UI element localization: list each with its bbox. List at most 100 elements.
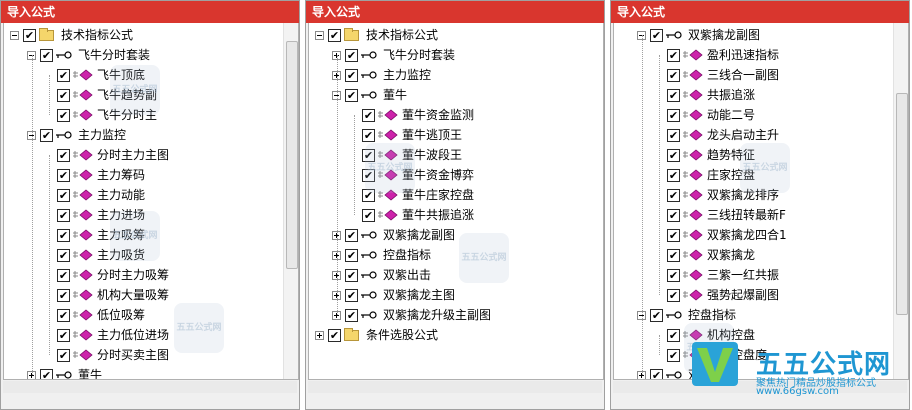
item-checkbox[interactable]: ✔ xyxy=(57,328,70,342)
tree-item-formula[interactable]: ✔ 低位吸筹 xyxy=(57,305,145,325)
collapse-toggle[interactable] xyxy=(10,30,19,40)
item-checkbox[interactable]: ✔ xyxy=(57,148,70,162)
item-checkbox[interactable]: ✔ xyxy=(57,288,70,302)
tree-item-group[interactable]: ✔ 董牛 xyxy=(332,85,407,105)
tree-item-group[interactable]: ✔ 双紫出击 xyxy=(332,265,431,285)
tree-item-folder[interactable]: ✔ 技术指标公式 xyxy=(10,25,133,45)
item-checkbox[interactable]: ✔ xyxy=(667,108,680,122)
item-checkbox[interactable]: ✔ xyxy=(667,48,680,62)
tree-item-formula[interactable]: ✔ 主力筹码 xyxy=(57,165,145,185)
item-checkbox[interactable]: ✔ xyxy=(667,168,680,182)
item-checkbox[interactable]: ✔ xyxy=(650,308,663,322)
tree-item-group[interactable]: ✔ 董牛 xyxy=(27,365,102,379)
scrollbar-thumb[interactable] xyxy=(896,93,908,315)
item-checkbox[interactable]: ✔ xyxy=(667,348,680,362)
item-checkbox[interactable]: ✔ xyxy=(667,248,680,262)
scrollbar-thumb[interactable] xyxy=(286,41,298,269)
item-checkbox[interactable]: ✔ xyxy=(667,228,680,242)
item-checkbox[interactable]: ✔ xyxy=(650,28,663,42)
tree-item-formula[interactable]: ✔ 董牛共振追涨 xyxy=(362,205,474,225)
item-checkbox[interactable]: ✔ xyxy=(345,288,358,302)
item-checkbox[interactable]: ✔ xyxy=(57,228,70,242)
item-checkbox[interactable]: ✔ xyxy=(362,128,375,142)
tree-item-formula[interactable]: ✔ 主力动能 xyxy=(57,185,145,205)
tree-item-group[interactable]: ✔ 双紫擒龙主图 xyxy=(332,285,455,305)
item-checkbox[interactable]: ✔ xyxy=(57,208,70,222)
horizontal-scrollbar[interactable] xyxy=(3,381,297,393)
item-checkbox[interactable]: ✔ xyxy=(345,228,358,242)
tree-item-group[interactable]: ✔ 主力监控 xyxy=(27,125,126,145)
tree-item-formula[interactable]: ✔ 三线扭转最新F xyxy=(667,205,786,225)
tree-item-formula[interactable]: ✔ 三线合一副图 xyxy=(667,65,779,85)
item-checkbox[interactable]: ✔ xyxy=(57,68,70,82)
item-checkbox[interactable]: ✔ xyxy=(23,28,36,42)
tree-item-group[interactable]: ✔ 飞牛分时套装 xyxy=(332,45,455,65)
tree-item-formula[interactable]: ✔ 机构大量吸筹 xyxy=(57,285,169,305)
horizontal-scrollbar[interactable] xyxy=(308,381,602,393)
item-label: 盈利迅速指标 xyxy=(707,48,780,62)
tree-item-formula[interactable]: ✔ 强势起爆副图 xyxy=(667,285,779,305)
tree-item-folder[interactable]: ✔ 技术指标公式 xyxy=(315,25,438,45)
tree-item-formula[interactable]: ✔ 双紫擒龙四合1 xyxy=(667,225,787,245)
formula-tree[interactable]: ✔ 技术指标公式 ✔ 飞牛分时套装 ✔ 飞牛顶底 ✔ 飞牛趋势副 ✔ 飞牛分时主 ✔ 主力监控 ✔ 分时主… xyxy=(3,23,299,380)
item-checkbox[interactable]: ✔ xyxy=(667,148,680,162)
item-checkbox[interactable]: ✔ xyxy=(57,188,70,202)
item-checkbox[interactable]: ✔ xyxy=(667,288,680,302)
item-checkbox[interactable]: ✔ xyxy=(57,268,70,282)
item-checkbox[interactable]: ✔ xyxy=(328,328,341,342)
formula-tree[interactable]: ✔ 双紫擒龙副图 ✔ 盈利迅速指标 ✔ 三线合一副图 ✔ 共振追涨 ✔ 动能二号 ✔ 龙头启动主升 ✔ 趋… xyxy=(613,23,909,380)
item-label: 龙头启动主升 xyxy=(707,128,780,142)
formula-tree[interactable]: ✔ 技术指标公式 ✔ 飞牛分时套装 ✔ 主力监控 ✔ 董牛 ✔ 董牛资金监测 ✔ 董牛逃顶王 ✔ 董牛波段… xyxy=(308,23,604,380)
item-checkbox[interactable]: ✔ xyxy=(345,248,358,262)
tree-item-folder[interactable]: ✔ 条件选股公式 xyxy=(315,325,438,345)
expand-toggle[interactable] xyxy=(315,330,324,340)
tree-item-formula[interactable]: ✔ 主力低位进场 xyxy=(57,325,169,345)
tree-item-group[interactable]: ✔ 主力监控 xyxy=(332,65,431,85)
item-checkbox[interactable]: ✔ xyxy=(40,368,53,379)
item-checkbox[interactable]: ✔ xyxy=(667,88,680,102)
tree-item-formula[interactable]: ✔ 动能二号 xyxy=(667,105,755,125)
item-checkbox[interactable]: ✔ xyxy=(57,88,70,102)
tree-item-formula[interactable]: ✔ 共振追涨 xyxy=(667,85,755,105)
item-checkbox[interactable]: ✔ xyxy=(40,128,53,142)
item-checkbox[interactable]: ✔ xyxy=(345,48,358,62)
tree-item-formula[interactable]: ✔ 盈利迅速指标 xyxy=(667,45,779,65)
tree-item-formula[interactable]: ✔ 董牛资金监测 xyxy=(362,105,474,125)
item-checkbox[interactable]: ✔ xyxy=(57,168,70,182)
item-checkbox[interactable]: ✔ xyxy=(667,188,680,202)
item-checkbox[interactable]: ✔ xyxy=(345,88,358,102)
item-checkbox[interactable]: ✔ xyxy=(667,128,680,142)
item-checkbox[interactable]: ✔ xyxy=(650,368,663,379)
item-checkbox[interactable]: ✔ xyxy=(57,348,70,362)
item-checkbox[interactable]: ✔ xyxy=(57,108,70,122)
item-checkbox[interactable]: ✔ xyxy=(667,328,680,342)
tree-item-formula[interactable]: ✔ 龙头启动主升 xyxy=(667,125,779,145)
tree-item-formula[interactable]: ✔ 三紫一红共振 xyxy=(667,265,779,285)
tree-item-formula[interactable]: ✔ 分时买卖主图 xyxy=(57,345,169,365)
tree-item-group[interactable]: ✔ 双紫擒龙升级主副图 xyxy=(332,305,491,325)
vertical-scrollbar[interactable] xyxy=(283,23,298,379)
tree-item-formula[interactable]: ✔ 分时主力吸筹 xyxy=(57,265,169,285)
tree-item-group[interactable]: ✔ 控盘指标 xyxy=(637,305,736,325)
item-checkbox[interactable]: ✔ xyxy=(345,308,358,322)
tree-item-group[interactable]: ✔ 双紫擒龙副图 xyxy=(332,225,455,245)
collapse-toggle[interactable] xyxy=(315,30,324,40)
tree-item-group[interactable]: ✔ 飞牛分时套装 xyxy=(27,45,150,65)
tree-item-group[interactable]: ✔ 双紫擒龙副图 xyxy=(637,25,760,45)
item-checkbox[interactable]: ✔ xyxy=(667,268,680,282)
tree-item-group[interactable]: ✔ 控盘指标 xyxy=(332,245,431,265)
item-checkbox[interactable]: ✔ xyxy=(40,48,53,62)
item-checkbox[interactable]: ✔ xyxy=(345,68,358,82)
item-checkbox[interactable]: ✔ xyxy=(57,248,70,262)
item-checkbox[interactable]: ✔ xyxy=(667,208,680,222)
item-checkbox[interactable]: ✔ xyxy=(362,208,375,222)
tree-item-formula[interactable]: ✔ 分时主力主图 xyxy=(57,145,169,165)
item-checkbox[interactable]: ✔ xyxy=(328,28,341,42)
item-checkbox[interactable]: ✔ xyxy=(362,108,375,122)
vertical-scrollbar[interactable] xyxy=(893,23,908,379)
item-checkbox[interactable]: ✔ xyxy=(667,68,680,82)
item-checkbox[interactable]: ✔ xyxy=(57,308,70,322)
tree-item-formula[interactable]: ✔ 双紫擒龙 xyxy=(667,245,755,265)
tree-item-formula[interactable]: ✔ 董牛逃顶王 xyxy=(362,125,462,145)
item-checkbox[interactable]: ✔ xyxy=(345,268,358,282)
